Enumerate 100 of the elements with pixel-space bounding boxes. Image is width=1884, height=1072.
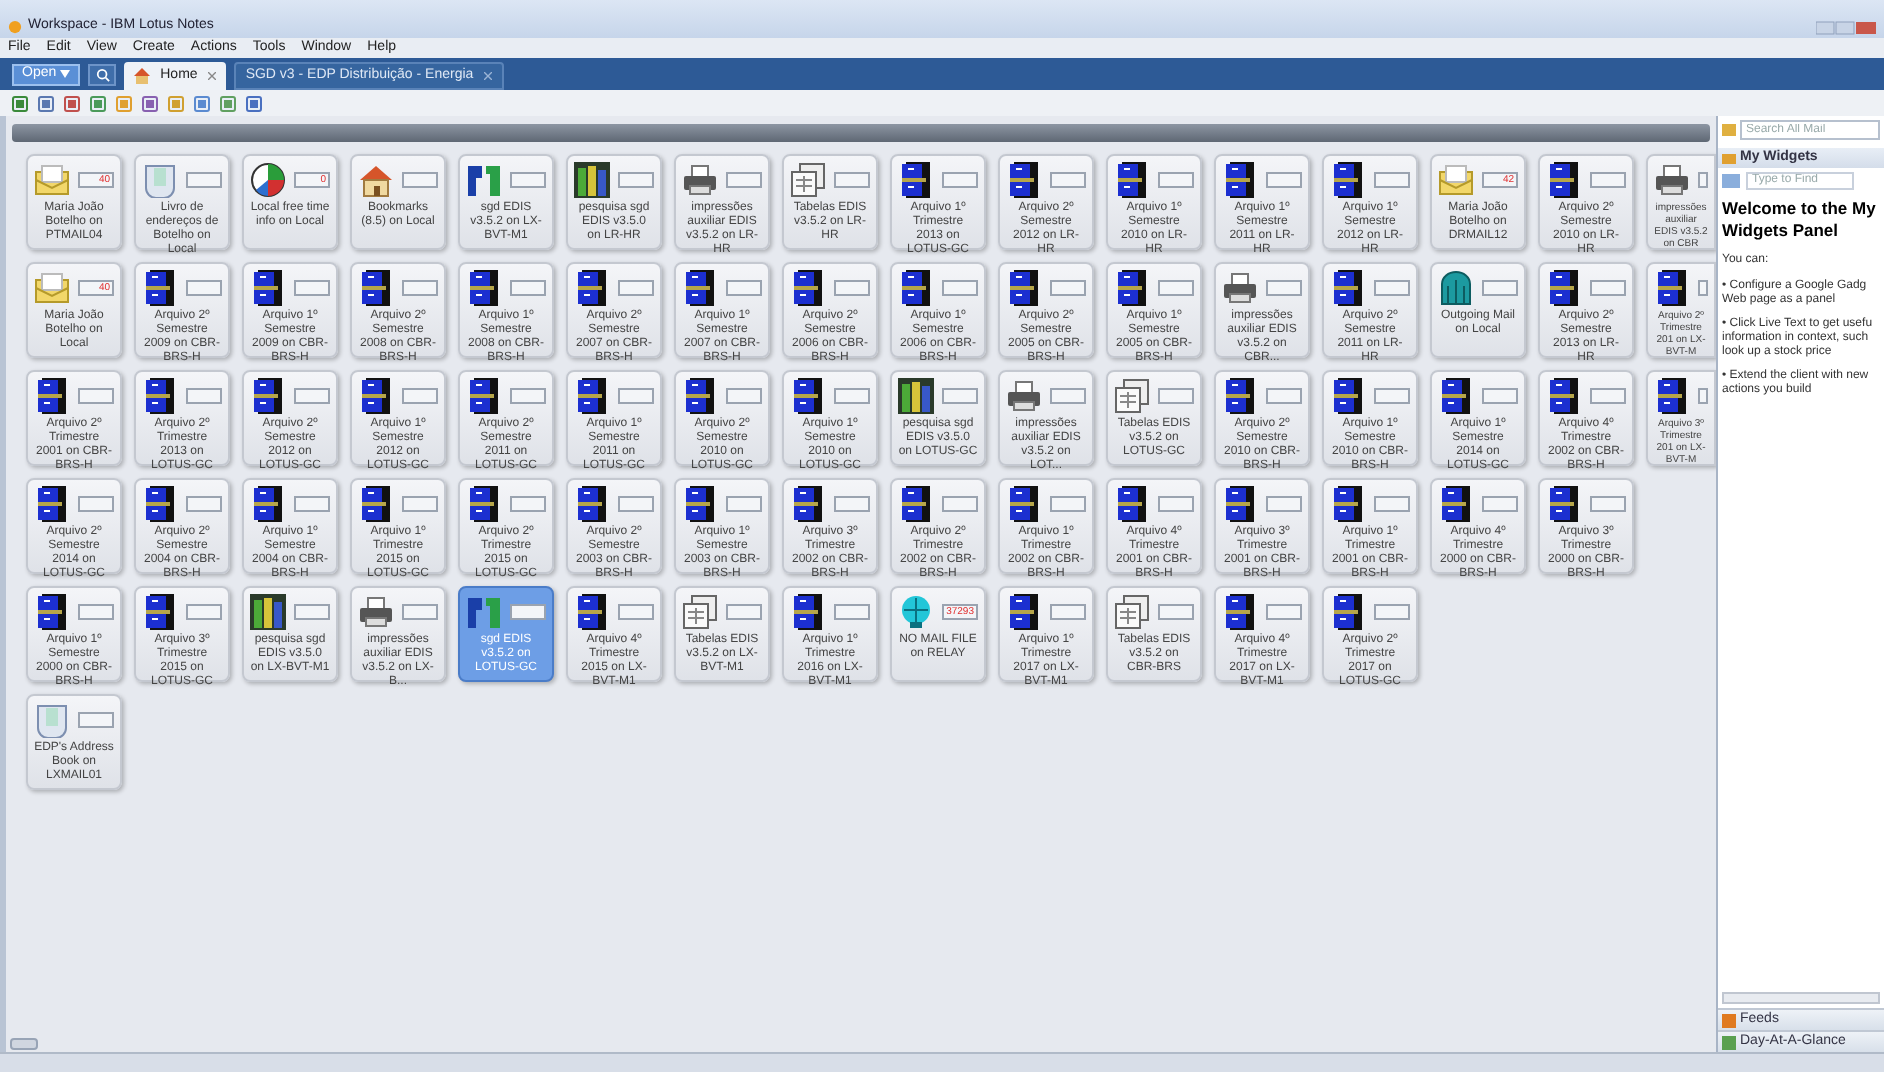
search-icon [95,67,110,81]
unread-count [618,388,654,404]
file-cabinet-icon [1114,270,1150,306]
file-cabinet-icon [1438,378,1474,414]
file-cabinet-icon [250,378,286,414]
unread-count [726,496,762,512]
unread-count [942,496,978,512]
unread-count [942,280,978,296]
file-cabinet-icon [1222,162,1258,198]
unread-count [618,280,654,296]
books-icon [574,162,610,198]
house-icon [358,162,394,198]
file-cabinet-icon [1330,162,1366,198]
unread-count [1590,172,1626,188]
file-cabinet-icon [1654,378,1690,414]
unread-count [186,388,222,404]
unread-count [1158,172,1194,188]
unread-count [186,604,222,620]
unread-count [1698,280,1708,296]
unread-count [1158,604,1194,620]
file-cabinet-icon [142,270,178,306]
file-cabinet-icon [682,378,718,414]
unread-count [186,280,222,296]
panel-heading: Welcome to the My Widgets Panel [1722,198,1878,242]
unread-count [1698,172,1708,188]
unread-count [1482,280,1518,296]
file-cabinet-icon [1330,594,1366,630]
file-cabinet-icon [1222,378,1258,414]
close-icon[interactable] [483,72,492,80]
unread-count [294,280,330,296]
unread-count [186,496,222,512]
unread-count [1266,496,1302,512]
file-cabinet-icon [1546,270,1582,306]
unread-count [834,388,870,404]
search-button[interactable] [88,63,117,85]
unread-count [1374,280,1410,296]
file-cabinet-icon [790,594,826,630]
file-cabinet-icon [1654,270,1690,306]
file-cabinet-icon [790,486,826,522]
file-cabinet-icon [250,486,286,522]
document-icon [790,162,826,198]
close-icon[interactable] [207,72,216,80]
unread-count [726,388,762,404]
file-cabinet-icon [1438,486,1474,522]
file-cabinet-icon [1546,378,1582,414]
printer-icon [682,162,718,198]
file-cabinet-icon [34,378,70,414]
scrollbar-thumb[interactable] [10,1037,38,1049]
file-cabinet-icon [790,270,826,306]
unread-count [78,496,114,512]
house-icon [134,68,151,84]
unread-count [78,712,114,728]
file-cabinet-icon [574,270,610,306]
document-icon [682,594,718,630]
file-cabinet-icon [1222,594,1258,630]
file-cabinet-icon [1006,594,1042,630]
unread-count [726,280,762,296]
printer-icon [358,594,394,630]
file-cabinet-icon [1330,270,1366,306]
unread-count [510,172,546,188]
file-cabinet-icon [142,486,178,522]
unread-count [294,604,330,620]
unread-count [1050,496,1086,512]
file-cabinet-icon [790,378,826,414]
unread-count [510,604,546,620]
printer-icon [1006,378,1042,414]
app-icon [8,20,22,34]
unread-count [402,496,438,512]
file-cabinet-icon [574,594,610,630]
file-cabinet-icon [466,486,502,522]
file-cabinet-icon [142,378,178,414]
unread-count [1482,496,1518,512]
file-cabinet-icon [466,378,502,414]
unread-count [1374,388,1410,404]
unread-count [78,604,114,620]
connector-icon [466,594,502,630]
document-icon [1114,594,1150,630]
unread-count [402,172,438,188]
unread-count [1266,604,1302,620]
unread-count [510,280,546,296]
file-cabinet-icon [1330,378,1366,414]
books-icon [898,378,934,414]
horizontal-scrollbar[interactable] [1722,992,1880,1004]
file-cabinet-icon [1222,486,1258,522]
file-cabinet-icon [898,270,934,306]
unread-count [1266,388,1302,404]
file-cabinet-icon [250,270,286,306]
address-book-icon [34,702,70,738]
unread-count [402,280,438,296]
file-cabinet-icon [898,486,934,522]
file-cabinet-icon [1546,486,1582,522]
pie-chart-icon [250,162,286,198]
file-cabinet-icon [466,270,502,306]
address-book-icon [142,162,178,198]
file-cabinet-icon [898,162,934,198]
file-cabinet-icon [358,486,394,522]
unread-count [1698,388,1708,404]
file-cabinet-icon [1330,486,1366,522]
file-cabinet-icon [358,270,394,306]
unread-count [186,172,222,188]
